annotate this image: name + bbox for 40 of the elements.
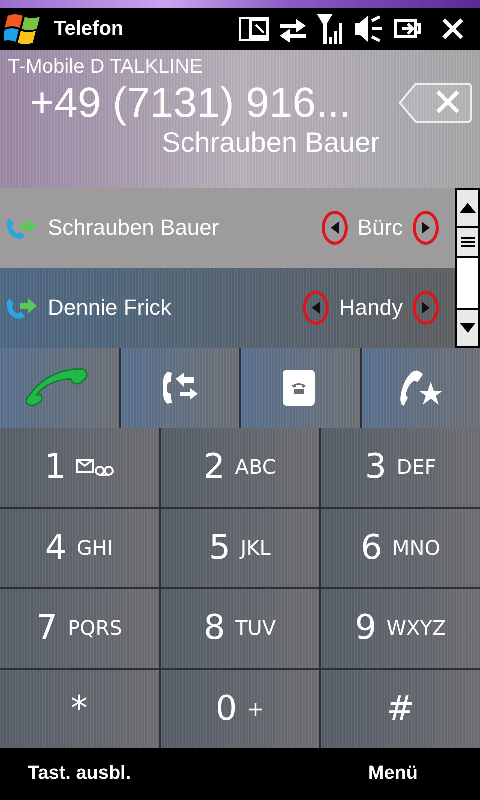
dial-key[interactable]: 7 PQRS xyxy=(0,589,159,668)
dial-key[interactable]: 8 TUV xyxy=(160,589,320,668)
dial-key[interactable]: 2 ABC xyxy=(160,428,320,506)
hide-keypad-button[interactable]: Tast. ausbl. xyxy=(28,763,132,785)
dialed-number: +49 (7131) 916... xyxy=(30,79,352,127)
dial-key[interactable]: 6 MNO xyxy=(321,508,480,587)
dial-key[interactable]: 0 + xyxy=(160,670,320,748)
menu-button[interactable]: Menü xyxy=(368,763,418,785)
right-arrow-icon[interactable] xyxy=(422,302,430,314)
number-type: Handy xyxy=(339,295,403,321)
action-button[interactable] xyxy=(362,348,480,428)
right-arrow-icon[interactable] xyxy=(422,222,430,234)
up-arrow-icon[interactable] xyxy=(460,203,476,213)
phone-book-icon xyxy=(281,369,320,407)
dial-key[interactable]: 9 WXYZ xyxy=(321,589,480,668)
contact-row[interactable]: Dennie Frick Handy xyxy=(0,268,455,348)
contact-name: Schrauben Bauer xyxy=(48,215,220,241)
down-arrow-icon[interactable] xyxy=(460,323,476,333)
phone-star-icon xyxy=(398,368,443,408)
left-arrow-icon[interactable] xyxy=(330,222,339,234)
contact-name: Schrauben Bauer xyxy=(162,127,380,159)
dial-key[interactable]: 5 JKL xyxy=(160,508,320,587)
grip-icon[interactable] xyxy=(460,237,474,247)
voicemail-icon xyxy=(76,457,114,478)
dial-key[interactable]: 3 DEF xyxy=(321,428,480,506)
speaker-icon[interactable] xyxy=(354,15,384,43)
dial-key[interactable]: 4 GHI xyxy=(0,508,159,587)
action-button[interactable] xyxy=(241,348,360,428)
dial-key[interactable]: # xyxy=(321,670,480,748)
scrollbar[interactable] xyxy=(455,188,480,348)
phone-screen-icon[interactable] xyxy=(238,16,270,42)
dial-key[interactable]: * xyxy=(0,670,159,748)
carrier-name: T-Mobile D TALKLINE xyxy=(8,56,204,79)
contact-name: Dennie Frick xyxy=(48,295,172,321)
number-type: Bürc xyxy=(358,215,403,241)
dial-key[interactable]: 1 xyxy=(0,428,159,506)
data-arrows-icon[interactable] xyxy=(278,16,308,42)
window-title: Telefon xyxy=(54,18,125,40)
left-arrow-icon[interactable] xyxy=(312,302,320,314)
action-button[interactable] xyxy=(120,348,239,428)
